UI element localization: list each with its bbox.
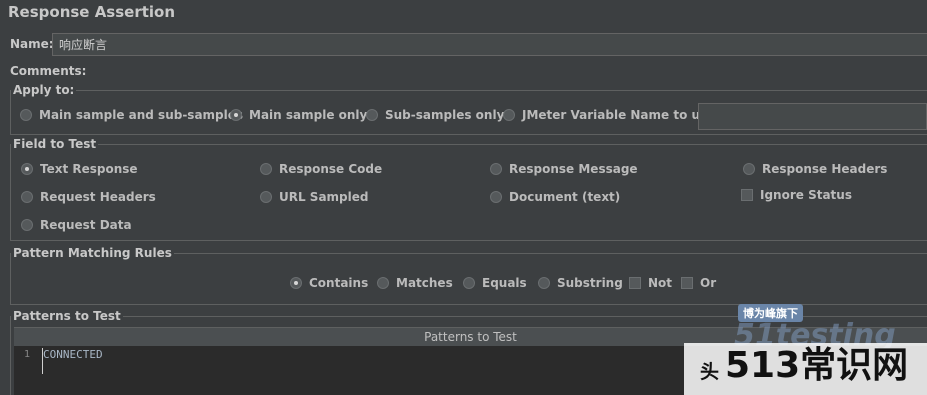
apply-option-label: Main sample and sub-samples — [39, 108, 244, 122]
radio-selected-icon — [230, 109, 242, 121]
not-checkbox[interactable]: Not — [629, 276, 672, 290]
patterns-to-test-legend: Patterns to Test — [13, 309, 121, 323]
radio-icon — [503, 109, 515, 121]
radio-icon — [490, 163, 502, 175]
field-option-label: Request Data — [40, 218, 132, 232]
field-response-message-radio[interactable]: Response Message — [490, 162, 638, 176]
radio-icon — [463, 277, 475, 289]
radio-selected-icon — [290, 277, 302, 289]
apply-option-label: Main sample only — [249, 108, 368, 122]
field-request-data-radio[interactable]: Request Data — [21, 218, 132, 232]
field-url-sampled-radio[interactable]: URL Sampled — [260, 190, 368, 204]
match-option-label: Matches — [396, 276, 453, 290]
field-text-response-radio[interactable]: Text Response — [21, 162, 138, 176]
apply-sub-only-radio[interactable]: Sub-samples only — [366, 108, 504, 122]
field-option-label: Text Response — [40, 162, 138, 176]
name-value: 响应断言 — [59, 38, 108, 52]
apply-main-and-sub-radio[interactable]: Main sample and sub-samples — [20, 108, 243, 122]
field-request-headers-radio[interactable]: Request Headers — [21, 190, 156, 204]
radio-icon — [20, 109, 32, 121]
field-document-text-radio[interactable]: Document (text) — [490, 190, 620, 204]
watermark-site-name: 513常识网 — [725, 345, 909, 386]
watermark-site-prefix: 头 — [700, 361, 720, 383]
radio-icon — [366, 109, 378, 121]
field-response-code-radio[interactable]: Response Code — [260, 162, 382, 176]
match-option-label: Contains — [309, 276, 369, 290]
match-equals-radio[interactable]: Equals — [463, 276, 527, 290]
radio-icon — [490, 191, 502, 203]
field-option-label: Response Message — [509, 162, 638, 176]
radio-icon — [538, 277, 550, 289]
line-number: 1 — [24, 349, 31, 360]
or-label: Or — [700, 276, 717, 290]
not-label: Not — [648, 276, 673, 290]
match-contains-radio[interactable]: Contains — [290, 276, 368, 290]
pattern-matching-legend: Pattern Matching Rules — [13, 246, 172, 260]
checkbox-icon — [681, 277, 693, 289]
comments-label: Comments: — [10, 64, 87, 78]
name-input[interactable]: 响应断言 — [52, 33, 927, 56]
field-option-label: Response Headers — [762, 162, 888, 176]
radio-icon — [260, 163, 272, 175]
field-to-test-legend: Field to Test — [13, 137, 97, 151]
or-checkbox[interactable]: Or — [681, 276, 716, 290]
pattern-row-text: CONNECTED — [43, 348, 103, 361]
apply-jmeter-variable-radio[interactable]: JMeter Variable Name to use — [503, 108, 715, 122]
match-substring-radio[interactable]: Substring — [538, 276, 623, 290]
radio-icon — [21, 191, 33, 203]
name-label: Name: — [10, 37, 54, 51]
field-response-headers-radio[interactable]: Response Headers — [743, 162, 887, 176]
panel-title: Response Assertion — [8, 3, 176, 21]
radio-selected-icon — [21, 163, 33, 175]
radio-icon — [377, 277, 389, 289]
field-option-label: Document (text) — [509, 190, 621, 204]
radio-icon — [21, 219, 33, 231]
match-option-label: Substring — [557, 276, 623, 290]
apply-main-only-radio[interactable]: Main sample only — [230, 108, 367, 122]
jmeter-variable-input[interactable] — [698, 103, 927, 130]
field-option-label: Response Code — [279, 162, 383, 176]
match-option-label: Equals — [482, 276, 527, 290]
apply-option-label: Sub-samples only — [385, 108, 505, 122]
ignore-status-checkbox[interactable]: Ignore Status — [741, 188, 852, 202]
field-option-label: URL Sampled — [279, 190, 369, 204]
field-option-label: Request Headers — [40, 190, 156, 204]
match-matches-radio[interactable]: Matches — [377, 276, 453, 290]
apply-to-legend: Apply to: — [13, 83, 75, 97]
comments-input[interactable] — [78, 60, 927, 80]
ignore-status-label: Ignore Status — [760, 188, 852, 202]
checkbox-icon — [629, 277, 641, 289]
apply-option-label: JMeter Variable Name to use — [522, 108, 716, 122]
radio-icon — [260, 191, 272, 203]
checkbox-icon — [741, 189, 753, 201]
radio-icon — [743, 163, 755, 175]
